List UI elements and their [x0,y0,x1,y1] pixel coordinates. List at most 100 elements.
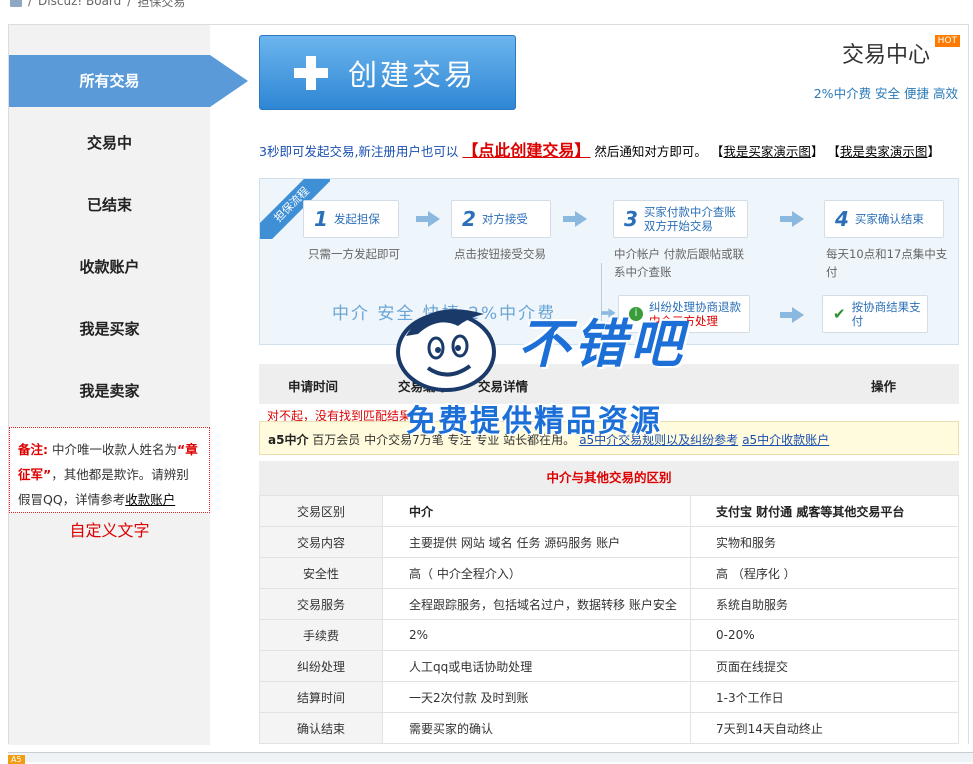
create-trade-link[interactable]: 【点此创建交易】 [462,141,590,160]
sidebar-item-all-trades[interactable]: 所有交易 [9,55,210,107]
sidebar-item-seller[interactable]: 我是卖家 [9,365,210,417]
compare-aspect: 交易服务 [259,588,383,620]
compare-other-cell: 系统自助服务 [690,588,959,620]
arrow-right-icon [416,211,442,227]
compare-other-cell: 7天到14天自动终止 [690,712,959,744]
promo-rules-link[interactable]: a5中介交易规则以及纠纷参考 [579,433,738,447]
compare-escrow-cell: 主要提供 网站 域名 任务 源码服务 账户 [382,526,691,558]
step-4-number: 4 [835,207,849,231]
notice-after: 然后通知对方即可。 [594,144,707,159]
check-icon: ✔ [833,305,846,323]
arrow-right-icon [601,308,617,318]
compare-aspect: 交易区别 [259,495,383,527]
sidebar-item-buyer[interactable]: 我是买家 [9,303,210,355]
footer-bar: A5 [8,752,973,764]
guarantee-flow: 担保流程 1 发起担保 只需一方发起即可 2 对方接受 点击按钮接受交易 3 买… [259,178,959,345]
compare-aspect: 安全性 [259,557,383,589]
compare-escrow-cell: 2% [382,619,691,651]
hot-badge: HOT [934,35,960,47]
compare-escrow-cell: 一天2次付款 及时到账 [382,681,691,713]
step-2-label: 对方接受 [481,212,528,226]
note-accounts-link[interactable]: 收款账户 [125,492,175,507]
compare-other-cell: 1-3个工作日 [690,681,959,713]
promo-brand: a5中介 [268,433,309,447]
compare-other-cell: 页面在线提交 [690,650,959,682]
trade-table-header: 申请时间 交易编号 交易详情 操作 [259,364,959,404]
compare-row: 纠纷处理 人工qq或电话协助处理 页面在线提交 [259,650,959,682]
compare-table: 交易区别 中介 支付宝 财付通 威客等其他交易平台 交易内容 主要提供 网站 域名 任务… [259,495,959,744]
compare-row: 安全性 高（ 中介全程介入）高 （程序化 ） [259,557,959,589]
seller-demo-link[interactable]: 我是卖家演示图 [840,144,928,159]
sidebar-item-in-progress[interactable]: 交易中 [9,117,210,169]
compare-escrow-cell: 人工qq或电话协助处理 [382,650,691,682]
plus-icon [294,55,328,90]
compare-aspect: 确认结束 [259,712,383,744]
breadcrumb: / Discuz! Board / 担保交易 [10,0,186,9]
sidebar-item-accounts[interactable]: 收款账户 [9,241,210,293]
compare-escrow-cell: 需要买家的确认 [382,712,691,744]
compare-row: 交易区别 中介 支付宝 财付通 威客等其他交易平台 [259,495,959,527]
compare-other-cell: 支付宝 财付通 威客等其他交易平台 [690,495,959,527]
note-prefix: 备注: [18,442,48,457]
step-3-label: 买家付款中介查账 双方开始交易 [643,205,736,233]
create-trade-label: 创建交易 [348,57,477,92]
compare-other-cell: 0-20% [690,619,959,651]
step-4: 4 买家确认结束 [824,200,944,238]
notice-line: 3秒即可发起交易,新注册用户也可以 【点此创建交易】 然后通知对方即可。 【我是… [259,141,940,160]
page-frame: 所有交易 交易中 已结束 收款账户 我是买家 我是卖家 备注: 中介唯一收款人姓… [8,24,970,745]
compare-row: 结算时间 一天2次付款 及时到账 1-3个工作日 [259,681,959,713]
step-2-number: 2 [462,207,476,231]
step-1-desc: 只需一方发起即可 [308,247,400,261]
compare-other-cell: 高 （程序化 ） [690,557,959,589]
breadcrumb-item-board[interactable]: Discuz! Board [38,0,121,8]
compare-escrow-cell: 高（ 中介全程介入） [382,557,691,589]
sidebar: 所有交易 交易中 已结束 收款账户 我是买家 我是卖家 备注: 中介唯一收款人姓… [9,25,248,745]
step-3: 3 买家付款中介查账 双方开始交易 [613,200,748,238]
custom-text: 自定义文字 [69,521,150,540]
hub-title: 交易中心 [841,43,930,68]
compare-aspect: 结算时间 [259,681,383,713]
compare-row: 手续费 2% 0-20% [259,619,959,651]
compare-other-cell: 实物和服务 [690,526,959,558]
col-trade-id[interactable]: 交易编号 [398,376,448,395]
step-3-number: 3 [624,207,638,231]
compare-row: 确认结束 需要买家的确认 7天到14天自动终止 [259,712,959,744]
home-icon[interactable] [10,0,22,7]
step-1: 1 发起担保 [303,200,399,238]
step-3-desc: 中介帐户 付款后跟帖或联系中介查账 [614,247,745,279]
promo-bar: a5中介 百万会员 中介交易7万笔 专注 专业 站长都在用。 a5中介交易规则以及… [259,421,959,455]
main-content: 创建交易 交易中心 HOT 2%中介费 安全 便捷 高效 3秒即可发起交易,新注… [210,25,970,745]
dispute-step: i 纠纷处理协商退款 中介三方处理 [618,295,750,333]
compare-aspect: 纠纷处理 [259,650,383,682]
step-4-desc: 每天10点和17点集中支付 [826,247,948,279]
compare-escrow-cell: 中介 [382,495,691,527]
col-trade-detail[interactable]: 交易详情 [478,376,528,395]
compare-aspect: 交易内容 [259,526,383,558]
breadcrumb-sep: / [28,0,33,8]
step-2-desc: 点击按钮接受交易 [454,247,546,261]
note-text1: 中介唯一收款人姓名为 [51,442,177,457]
arrow-right-icon [780,307,806,323]
step-2: 2 对方接受 [451,200,551,238]
create-trade-button[interactable]: 创建交易 [259,35,516,110]
buyer-demo-link[interactable]: 我是买家演示图 [723,144,811,159]
col-apply-time[interactable]: 申请时间 [288,376,338,395]
hub-subtitle: 2%中介费 安全 便捷 高效 [813,86,958,101]
promo-text: 百万会员 中介交易7万笔 专注 专业 站长都在用。 [312,433,576,447]
settle-label: 按协商结果支付 [851,300,921,328]
arrow-right-icon [563,211,589,227]
info-icon: i [629,307,643,321]
step-4-label: 买家确认结束 [854,212,924,226]
step-1-number: 1 [314,207,328,231]
promo-accounts-link[interactable]: a5中介收款账户 [742,433,829,447]
sidebar-item-finished[interactable]: 已结束 [9,179,210,231]
breadcrumb-item-current: 担保交易 [137,0,186,9]
col-actions: 操作 [871,379,897,394]
compare-row: 交易内容 主要提供 网站 域名 任务 源码服务 账户 实物和服务 [259,526,959,558]
compare-aspect: 手续费 [259,619,383,651]
breadcrumb-sep: / [127,0,132,8]
flow-slogan: 中介 安全 快捷 2%中介费 [332,304,557,324]
compare-title: 中介与其他交易的区别 [259,461,959,495]
compare-escrow-cell: 全程跟踪服务，包括域名过户，数据转移 账户安全 [382,588,691,620]
sidebar-note: 备注: 中介唯一收款人姓名为“章征军”，其他都是欺诈。请辨别假冒QQ，详情参考收… [9,427,210,513]
